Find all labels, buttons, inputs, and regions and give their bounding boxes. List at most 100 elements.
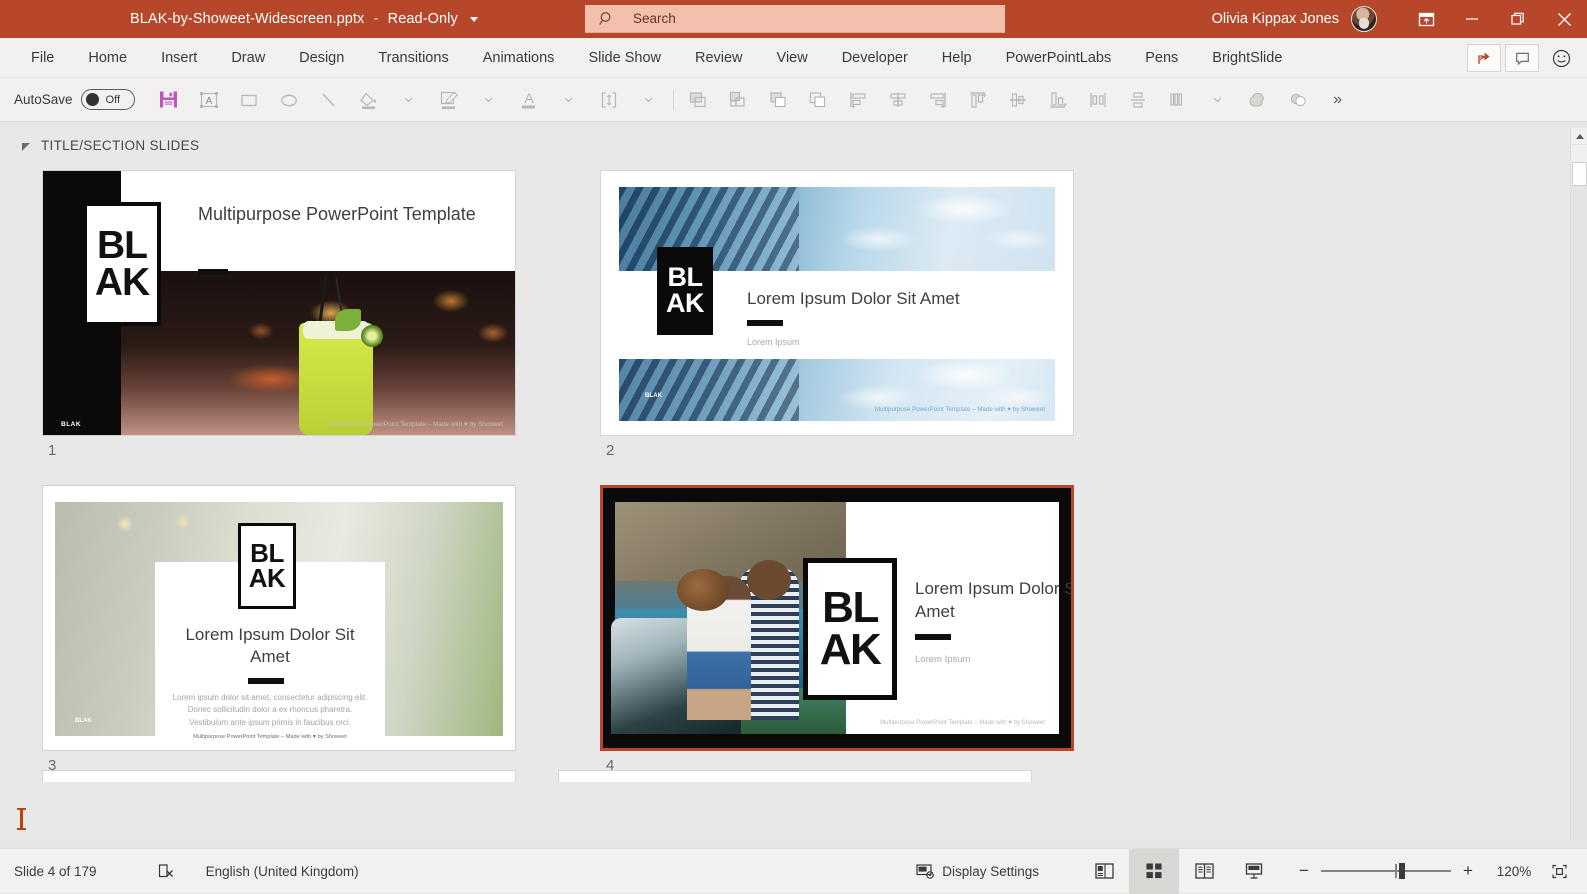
normal-view-icon[interactable] [1079,849,1129,894]
restore-icon[interactable] [1495,0,1541,38]
feedback-smiley-icon[interactable] [1543,43,1579,73]
group-objects-dropdown-icon[interactable] [1200,83,1236,117]
slide-thumbnail-5-partial[interactable] [42,770,516,782]
minimize-icon[interactable] [1449,0,1495,38]
bring-to-front-icon[interactable] [760,83,796,117]
ribbon-display-options-icon[interactable] [1403,0,1449,38]
zoom-level-label[interactable]: 120% [1491,864,1537,879]
vertical-scrollbar[interactable] [1570,128,1587,840]
align-bottom-icon[interactable] [1040,83,1076,117]
section-header[interactable]: TITLE/SECTION SLIDES [0,128,1587,162]
tab-brightslide[interactable]: BrightSlide [1195,38,1299,78]
avatar[interactable] [1351,6,1377,32]
logo-letter-l: L [852,587,877,629]
slide-thumbnail-4[interactable]: BL AK Lorem Ipsum Dolor Sit Amet Lorem I… [600,485,1074,751]
collapse-triangle-icon[interactable] [22,143,30,151]
spelling-error-icon[interactable] [157,862,176,881]
slide-cell-1[interactable]: Multipurpose PowerPoint Template BL AK B… [42,170,558,459]
zoom-in-button[interactable]: + [1461,861,1475,881]
close-icon[interactable] [1541,0,1587,38]
slide-thumbnail-1[interactable]: Multipurpose PowerPoint Template BL AK B… [42,170,516,436]
slide-thumbnail-3[interactable]: BLAK BL AK Lorem Ipsum Dolor Sit Amet Lo… [42,485,516,751]
tab-review[interactable]: Review [678,38,760,78]
tab-help[interactable]: Help [925,38,989,78]
tab-insert[interactable]: Insert [144,38,214,78]
size-position-dropdown-icon[interactable] [631,83,667,117]
slide-cell-3[interactable]: BLAK BL AK Lorem Ipsum Dolor Sit Amet Lo… [42,485,558,774]
slide-thumbnail-6-partial[interactable] [558,770,1032,782]
font-color-icon[interactable]: A [511,83,547,117]
slide-cell-4[interactable]: BL AK Lorem Ipsum Dolor Sit Amet Lorem I… [600,485,1116,774]
slide-sorter-pane[interactable]: TITLE/SECTION SLIDES Multipurpose PowerP… [0,128,1587,840]
slide-sorter-view-icon[interactable] [1129,849,1179,894]
tab-powerpointlabs[interactable]: PowerPointLabs [989,38,1129,78]
title-separator: - [374,11,379,27]
slide2-glass-facade-2 [619,359,799,421]
group-objects-icon[interactable] [1160,83,1196,117]
bring-forward-icon[interactable] [680,83,716,117]
tab-slide-show[interactable]: Slide Show [571,38,678,78]
logo-letter-a: A [95,264,122,301]
scrollbar-track[interactable] [1571,186,1587,840]
toolbar-overflow-button[interactable]: » [1320,83,1356,117]
distribute-horizontal-icon[interactable] [1080,83,1116,117]
align-right-icon[interactable] [920,83,956,117]
shape-fill-icon[interactable] [351,83,387,117]
tab-developer[interactable]: Developer [825,38,925,78]
rectangle-shape-icon[interactable] [231,83,267,117]
merge-shapes-union-icon[interactable] [1240,83,1276,117]
display-settings-button[interactable]: Display Settings [916,863,1039,880]
align-left-icon[interactable] [840,83,876,117]
fit-slide-to-window-icon[interactable] [1537,849,1581,894]
shape-outline-dropdown-icon[interactable] [471,83,507,117]
tab-design[interactable]: Design [282,38,361,78]
send-backward-icon[interactable] [720,83,756,117]
merge-shapes-combine-icon[interactable] [1280,83,1316,117]
zoom-out-button[interactable]: − [1297,861,1311,881]
scrollbar-thumb[interactable] [1572,162,1587,186]
size-position-icon[interactable] [591,83,627,117]
tab-draw[interactable]: Draw [214,38,282,78]
line-shape-icon[interactable] [311,83,347,117]
zoom-slider[interactable] [1321,863,1451,879]
autosave-toggle[interactable]: Off [81,89,135,110]
shape-outline-icon[interactable] [431,83,467,117]
slide-thumbnail-2[interactable]: BLAK BL AK Lorem Ipsum Dolor Sit Amet Lo… [600,170,1074,436]
shape-fill-dropdown-icon[interactable] [391,83,427,117]
tab-file[interactable]: File [14,38,71,78]
slide3-accent-rule [248,678,284,684]
font-color-dropdown-icon[interactable] [551,83,587,117]
tab-animations[interactable]: Animations [466,38,572,78]
align-center-icon[interactable] [880,83,916,117]
zoom-slider-handle[interactable] [1399,863,1405,879]
comments-icon[interactable] [1505,44,1539,72]
account-name[interactable]: Olivia Kippax Jones [1212,11,1339,27]
slide-number-1: 1 [42,436,558,459]
align-middle-icon[interactable] [1000,83,1036,117]
text-cursor-icon [20,808,23,830]
distribute-vertical-icon[interactable] [1120,83,1156,117]
slide1-title: Multipurpose PowerPoint Template [198,203,498,226]
oval-shape-icon[interactable] [271,83,307,117]
chevron-down-icon[interactable] [470,17,478,22]
slide-cell-2[interactable]: BLAK BL AK Lorem Ipsum Dolor Sit Amet Lo… [600,170,1116,459]
zoom-control[interactable]: − + 120% [1297,861,1537,881]
text-box-icon[interactable]: A [191,83,227,117]
logo-letter-a: A [820,629,850,671]
tab-home[interactable]: Home [71,38,144,78]
share-icon[interactable] [1467,44,1501,72]
align-top-icon[interactable] [960,83,996,117]
slide-show-view-icon[interactable] [1229,849,1279,894]
save-icon[interactable] [151,83,187,117]
tab-pens[interactable]: Pens [1128,38,1195,78]
logo-letter-k: K [685,291,704,317]
tab-transitions[interactable]: Transitions [361,38,465,78]
quick-access-toolbar: AutoSave Off A A [0,78,1587,122]
scroll-up-icon[interactable] [1571,128,1587,145]
send-to-back-icon[interactable] [800,83,836,117]
reading-view-icon[interactable] [1179,849,1229,894]
search-box[interactable]: Search [585,5,1005,33]
language-label[interactable]: English (United Kingdom) [206,864,359,879]
tab-view[interactable]: View [760,38,825,78]
slide-counter[interactable]: Slide 4 of 179 [14,864,97,879]
